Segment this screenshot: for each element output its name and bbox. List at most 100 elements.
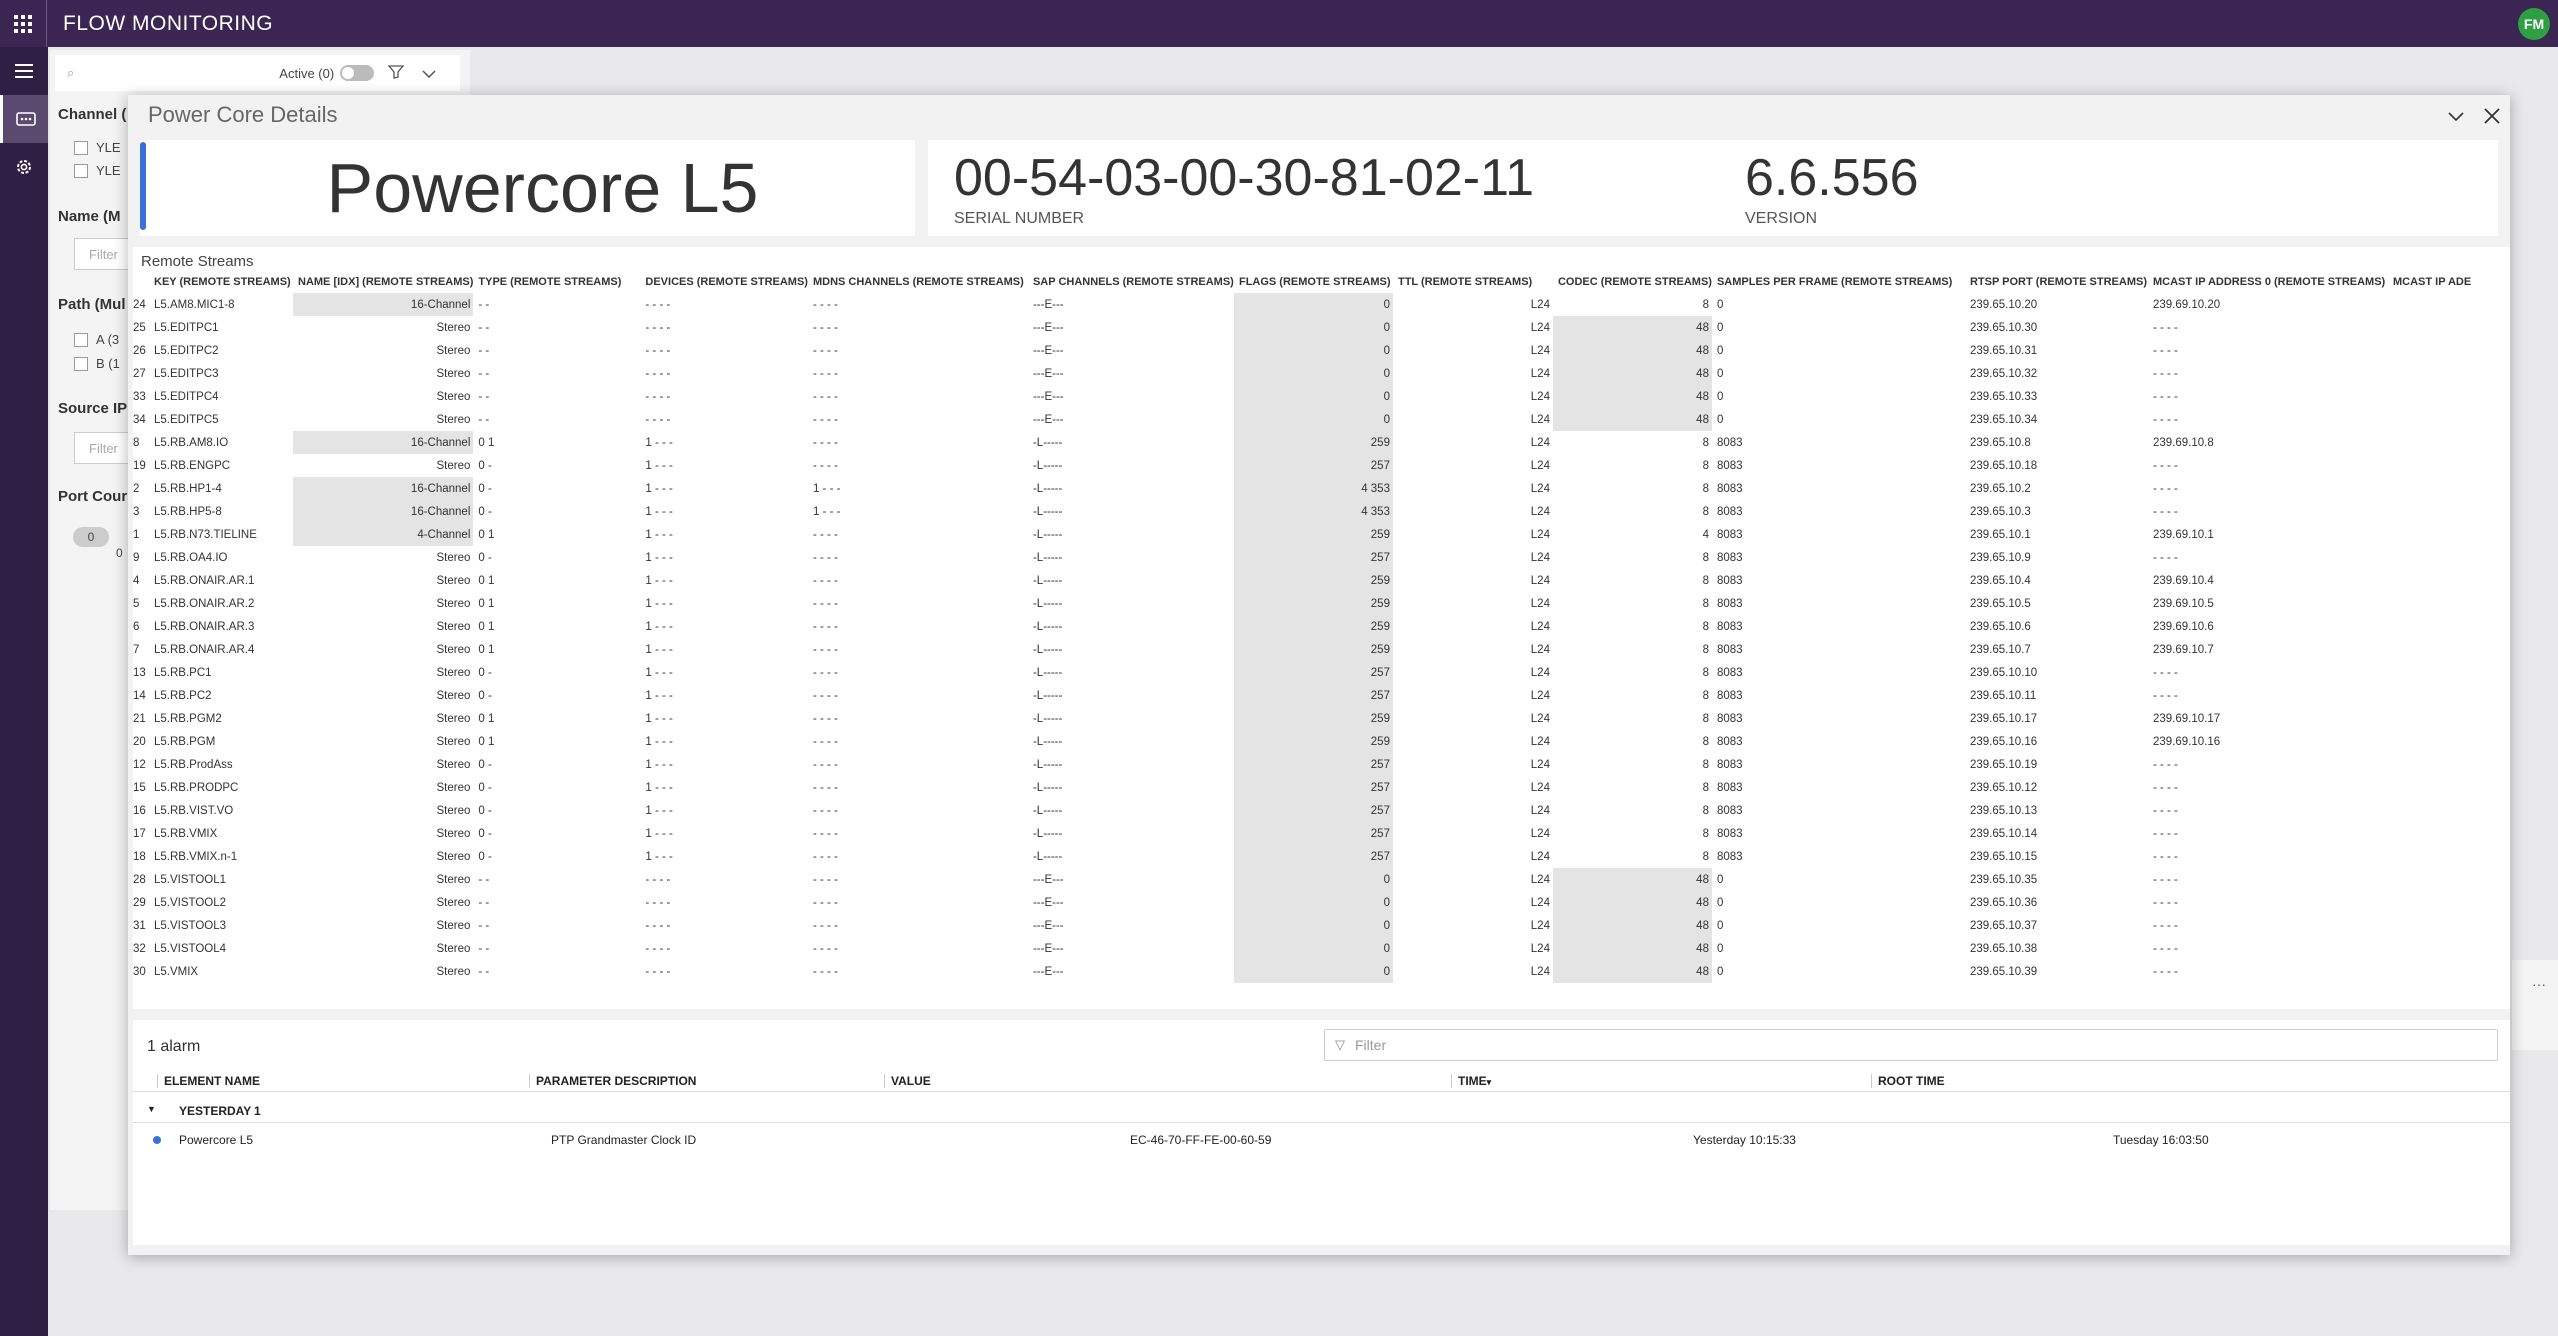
table-row[interactable]: 4 L5.RB.ONAIR.AR.1 Stereo 0 1 1 - - - - - - -…: [133, 569, 2508, 592]
column-header[interactable]: DEVICES (REMOTE STREAMS): [640, 271, 808, 293]
hamburger-menu-icon[interactable]: [0, 47, 48, 95]
table-cell: - - - -: [812, 574, 838, 587]
table-row[interactable]: 17 L5.RB.VMIX Stereo 0 - 1 - - - - - - - -L---…: [133, 822, 2508, 845]
table-cell: ---E---: [1032, 942, 1064, 955]
table-cell: - - - -: [645, 965, 671, 978]
table-row[interactable]: 34 L5.EDITPC5 Stereo - - - - - - - - - - ---E-…: [133, 408, 2508, 431]
alarm-row[interactable]: Powercore L5 PTP Grandmaster Clock ID EC…: [133, 1128, 2510, 1152]
column-header[interactable]: SAP CHANNELS (REMOTE STREAMS): [1028, 271, 1234, 293]
close-button[interactable]: [2474, 101, 2510, 131]
table-row[interactable]: 21 L5.RB.PGM2 Stereo 0 1 1 - - - - - - - -L---…: [133, 707, 2508, 730]
remote-streams-table: KEY (REMOTE STREAMS) NAME [IDX] (REMOTE S…: [133, 271, 2508, 983]
column-value[interactable]: VALUE: [884, 1074, 931, 1088]
table-row[interactable]: 29 L5.VISTOOL2 Stereo - - - - - - - - - - ---E…: [133, 891, 2508, 914]
app-launcher-button[interactable]: [0, 0, 47, 47]
table-cell: 8083: [1716, 758, 1743, 771]
channel-option[interactable]: YLE: [74, 140, 121, 155]
checkbox[interactable]: [74, 140, 88, 155]
name-filter-input[interactable]: Filter: [74, 238, 134, 270]
path-option[interactable]: A (3: [74, 332, 119, 347]
checkbox[interactable]: [74, 332, 88, 347]
table-row[interactable]: 2 L5.RB.HP1-4 16-Channel 0 - 1 - - - 1 - - - -…: [133, 477, 2508, 500]
table-cell: - -: [478, 344, 490, 357]
column-header[interactable]: CODEC (REMOTE STREAMS): [1553, 271, 1712, 293]
table-row[interactable]: 25 L5.EDITPC1 Stereo - - - - - - - - - - ---E-…: [133, 316, 2508, 339]
column-time[interactable]: TIME▾: [1451, 1074, 1491, 1088]
table-row[interactable]: 5 L5.RB.ONAIR.AR.2 Stereo 0 1 1 - - - - - - -…: [133, 592, 2508, 615]
column-header[interactable]: SAMPLES PER FRAME (REMOTE STREAMS): [1712, 271, 1965, 293]
table-cell: ---E---: [1032, 367, 1064, 380]
table-row[interactable]: 13 L5.RB.PC1 Stereo 0 - 1 - - - - - - - -L----…: [133, 661, 2508, 684]
table-row[interactable]: 30 L5.VMIX Stereo - - - - - - - - - - ---E--- 0…: [133, 960, 2508, 983]
table-row[interactable]: 1 L5.RB.N73.TIELINE 4-Channel 0 1 1 - - - - -…: [133, 523, 2508, 546]
column-header[interactable]: MCAST IP ADE: [2388, 271, 2508, 293]
table-cell: 259: [1233, 569, 1393, 592]
column-header[interactable]: TYPE (REMOTE STREAMS): [473, 271, 640, 293]
table-row[interactable]: 31 L5.VISTOOL3 Stereo - - - - - - - - - - ---E…: [133, 914, 2508, 937]
row-key: 21: [133, 712, 146, 725]
table-cell: - - - -: [2152, 482, 2178, 495]
checkbox[interactable]: [74, 356, 88, 371]
column-parameter-description[interactable]: PARAMETER DESCRIPTION: [529, 1074, 696, 1088]
table-row[interactable]: 33 L5.EDITPC4 Stereo - - - - - - - - - - ---E-…: [133, 385, 2508, 408]
port-count-slider[interactable]: 0: [73, 527, 109, 547]
table-row[interactable]: 3 L5.RB.HP5-8 16-Channel 0 - 1 - - - 1 - - - -…: [133, 500, 2508, 523]
column-header[interactable]: TTL (REMOTE STREAMS): [1393, 271, 1553, 293]
table-row[interactable]: 26 L5.EDITPC2 Stereo - - - - - - - - - - ---E-…: [133, 339, 2508, 362]
user-avatar[interactable]: FM: [2518, 8, 2550, 40]
table-cell: 1 - - -: [645, 482, 673, 495]
table-cell: 48: [1552, 339, 1712, 362]
table-cell: 48: [1552, 868, 1712, 891]
table-row[interactable]: 12 L5.RB.ProdAss Stereo 0 - 1 - - - - - - - -L…: [133, 753, 2508, 776]
table-row[interactable]: 18 L5.RB.VMIX.n-1 Stereo 0 - 1 - - - - - - - -…: [133, 845, 2508, 868]
column-header[interactable]: RTSP PORT (REMOTE STREAMS): [1965, 271, 2148, 293]
table-row[interactable]: 9 L5.RB.OA4.IO Stereo 0 - 1 - - - - - - - -L--…: [133, 546, 2508, 569]
column-root-time[interactable]: ROOT TIME: [1871, 1074, 1945, 1088]
table-row[interactable]: 8 L5.RB.AM8.IO 16-Channel 0 1 1 - - - - - - -…: [133, 431, 2508, 454]
column-header[interactable]: MDNS CHANNELS (REMOTE STREAMS): [808, 271, 1028, 293]
table-row[interactable]: 32 L5.VISTOOL4 Stereo - - - - - - - - - - ---E…: [133, 937, 2508, 960]
ellipsis-icon[interactable]: ···: [2532, 976, 2546, 992]
column-header[interactable]: MCAST IP ADDRESS 0 (REMOTE STREAMS): [2148, 271, 2388, 293]
filler-cell: [2388, 891, 2508, 914]
table-row[interactable]: 6 L5.RB.ONAIR.AR.3 Stereo 0 1 1 - - - - - - -…: [133, 615, 2508, 638]
gear-icon[interactable]: [0, 143, 48, 191]
table-row[interactable]: 24 L5.AM8.MIC1-8 16-Channel - - - - - - - - -…: [133, 293, 2508, 316]
collapse-button[interactable]: [2438, 101, 2474, 131]
filter-toolbar: ⌕ Active (0): [55, 55, 460, 91]
filler-cell: [2388, 799, 2508, 822]
table-cell: - - - -: [645, 390, 671, 403]
table-row[interactable]: 16 L5.RB.VIST.VO Stereo 0 - 1 - - - - - - - -L…: [133, 799, 2508, 822]
column-header[interactable]: NAME [IDX] (REMOTE STREAMS): [293, 271, 473, 293]
path-option[interactable]: B (1: [74, 356, 120, 371]
alarm-filter-input[interactable]: ▽ Filter: [1324, 1029, 2498, 1061]
filter-icon[interactable]: [387, 64, 405, 82]
table-row[interactable]: 7 L5.RB.ONAIR.AR.4 Stereo 0 1 1 - - - - - - -…: [133, 638, 2508, 661]
table-row[interactable]: 15 L5.RB.PRODPC Stereo 0 - 1 - - - - - - - -L-…: [133, 776, 2508, 799]
column-element-name[interactable]: ELEMENT NAME: [157, 1074, 260, 1088]
table-row[interactable]: 28 L5.VISTOOL1 Stereo - - - - - - - - - - ---E…: [133, 868, 2508, 891]
table-cell: L5.RB.HP1-4: [154, 482, 222, 495]
channel-option[interactable]: YLE: [74, 163, 121, 178]
table-row[interactable]: 20 L5.RB.PGM Stereo 0 1 1 - - - - - - - -L----…: [133, 730, 2508, 753]
filler-cell: [2388, 730, 2508, 753]
search-icon[interactable]: ⌕: [67, 65, 74, 81]
table-row[interactable]: 27 L5.EDITPC3 Stereo - - - - - - - - - - ---E-…: [133, 362, 2508, 385]
column-header[interactable]: FLAGS (REMOTE STREAMS): [1234, 271, 1393, 293]
expand-arrow-icon[interactable]: ▼: [147, 1104, 156, 1114]
column-header[interactable]: KEY (REMOTE STREAMS): [149, 271, 293, 293]
table-cell: - - - -: [812, 896, 838, 909]
row-key: 17: [133, 827, 146, 840]
monitoring-icon[interactable]: [0, 95, 48, 143]
table-cell: 239.65.10.7: [1969, 643, 2031, 656]
table-cell: - - - -: [645, 344, 671, 357]
table-row[interactable]: 19 L5.RB.ENGPC Stereo 0 - 1 - - - - - - - -L--…: [133, 454, 2508, 477]
chevron-down-icon[interactable]: [422, 65, 436, 81]
active-toggle[interactable]: [340, 65, 375, 81]
source-ip-filter-input[interactable]: Filter: [74, 432, 134, 464]
table-row[interactable]: 14 L5.RB.PC2 Stereo 0 - 1 - - - - - - - -L----…: [133, 684, 2508, 707]
alarm-group-yesterday[interactable]: ▼ YESTERDAY 1: [133, 1097, 2510, 1123]
filter-icon: ▽: [1335, 1037, 1345, 1052]
table-cell: 239.65.10.34: [1969, 413, 2038, 426]
checkbox[interactable]: [74, 163, 88, 178]
